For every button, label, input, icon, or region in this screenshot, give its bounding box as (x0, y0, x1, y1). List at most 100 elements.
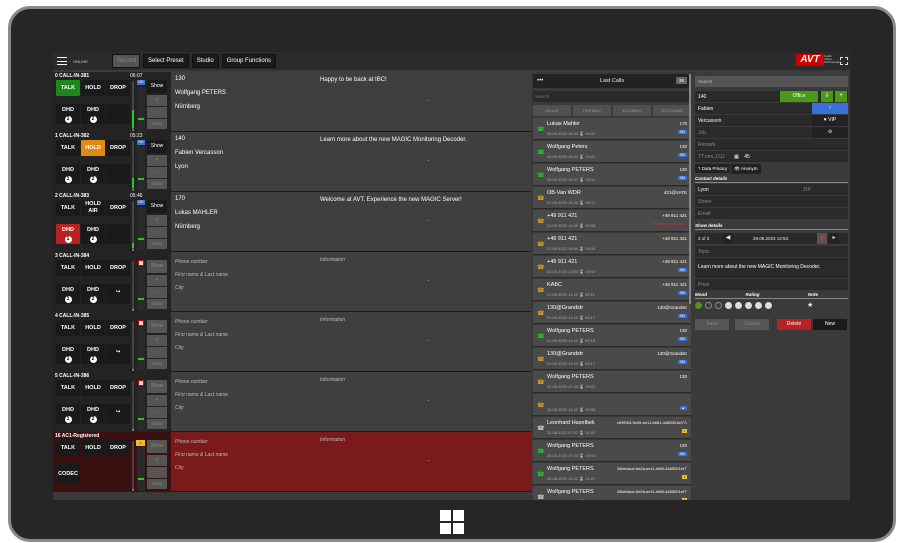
dhd-button-2[interactable]: DHD 2 (81, 164, 105, 184)
dhd-button-1[interactable]: DHD 1 (56, 224, 80, 244)
dhd-button-1[interactable]: DHD 1 (56, 164, 80, 184)
call-entry[interactable]: ☎ 31.08.2023 14:12 ⌛ 00:05 ▲ (533, 394, 691, 416)
data-privacy-button[interactable]: ? Data Privacy (695, 164, 731, 173)
add-icon[interactable]: + (835, 91, 847, 102)
forward-button[interactable]: ↪ (106, 284, 130, 304)
call-entry[interactable]: ☎ 130@Grandstr 130@Grandstr 01.09.2023 11:4… (533, 302, 691, 324)
hold-button[interactable]: HOLD AIR (81, 200, 105, 216)
male-icon[interactable]: ♂ (812, 103, 848, 114)
caller-number[interactable]: Phone number (175, 379, 208, 385)
trash-icon[interactable]: ▮ (817, 233, 827, 244)
caller-info[interactable]: Information (320, 376, 470, 385)
clear-button[interactable]: Clear (147, 359, 167, 369)
forward-button[interactable]: ↪ (106, 404, 130, 424)
forward-button[interactable] (106, 104, 130, 124)
topic-field[interactable]: Topic (695, 246, 848, 257)
rating-3-icon[interactable] (745, 301, 752, 309)
hold-button[interactable]: HOLD (81, 260, 105, 276)
caller-info[interactable]: Happy to be back at IBC! (320, 76, 470, 85)
vip-button[interactable]: ♥ VIP (812, 115, 848, 126)
hold-button[interactable]: HOLD (81, 80, 105, 96)
dhd-button-1[interactable]: DHD 1 (56, 404, 80, 424)
call-entry[interactable]: ☎ Wolfgang PETERS 130 30.08.2023 17:24 ⌛ 00… (533, 440, 691, 462)
delete-button[interactable]: Delete (777, 319, 811, 330)
talk-button[interactable]: TALK (56, 380, 80, 396)
call-entry[interactable]: ☎ Wolfgang Peters 130 04.09.2023 16:04 ⌛ 00… (533, 141, 691, 163)
show-button[interactable]: Show (147, 320, 167, 333)
talk-button[interactable]: TALK (56, 440, 80, 456)
show-button[interactable]: Show (147, 380, 167, 393)
fader-knob[interactable] (138, 357, 144, 360)
caller-number[interactable]: Phone number (175, 319, 208, 325)
drop-button[interactable]: DROP (106, 80, 130, 96)
clear-button[interactable]: Clear (147, 119, 167, 129)
filter-outgoing[interactable]: OUTGOING (653, 105, 691, 116)
volume-fader[interactable] (137, 327, 145, 371)
minus-button[interactable]: – (147, 227, 167, 238)
office-select[interactable]: Office (780, 91, 818, 102)
caller-info[interactable]: Welcome at AVT. Experience the new MAGIC… (320, 196, 470, 205)
select-preset-button[interactable]: Select Preset (143, 54, 189, 68)
plus-button[interactable]: + (147, 95, 167, 106)
city-field[interactable]: Lyon ZIP (695, 184, 848, 195)
dhd-button-1[interactable]: DHD 1 (56, 104, 80, 124)
next-icon[interactable]: ▸ (829, 233, 839, 244)
volume-fader[interactable] (137, 267, 145, 311)
call-entry[interactable]: ☎ OB-Van WDR 421@VATE 01.09.2023 15:46 ⌛ 00… (533, 187, 691, 209)
caller-name[interactable]: First name & Last name (175, 392, 228, 398)
details-search[interactable]: Search (695, 76, 848, 87)
drop-button[interactable]: DROP (106, 320, 130, 336)
talk-button[interactable]: TALK (56, 140, 80, 156)
clear-button[interactable]: Clear (147, 239, 167, 249)
plus-button[interactable]: + (147, 455, 167, 466)
caller-name[interactable]: Wolfgang PETERS (175, 90, 226, 96)
caller-city[interactable]: Lyon (175, 164, 188, 170)
plus-button[interactable]: + (147, 395, 167, 406)
fader-knob[interactable] (138, 177, 144, 180)
caller-info[interactable]: Information (320, 436, 470, 445)
anonym-button[interactable]: 👁 Anonym (731, 164, 761, 174)
caller-number[interactable]: 140 (175, 136, 185, 142)
clear-button[interactable]: Clear (147, 479, 167, 489)
hold-button[interactable]: HOLD (81, 380, 105, 396)
volume-fader[interactable] (137, 447, 145, 491)
fader-knob[interactable] (138, 117, 144, 120)
drop-button[interactable]: DROP (106, 380, 130, 396)
filter-pretalk[interactable]: PRETALK (573, 105, 611, 116)
caller-name[interactable]: First name & Last name (175, 332, 228, 338)
caller-city[interactable]: Nürnberg (175, 104, 200, 110)
call-entry[interactable]: ☎ +49 911 421 +49 911 421 01.09.2023 13:54 … (533, 256, 691, 278)
caller-name[interactable]: Lukas MAHLER (175, 210, 218, 216)
call-entry[interactable]: ☎ Wolfgang PETERS 130 04.09.2023 15:47 ⌛ 00… (533, 164, 691, 186)
plus-button[interactable]: + (147, 155, 167, 166)
last-calls-scrollbar[interactable] (689, 74, 691, 304)
menu-icon[interactable] (57, 57, 67, 65)
minus-button[interactable]: – (147, 287, 167, 298)
caller-number[interactable]: 170 (175, 196, 185, 202)
caller-info[interactable]: Learn more about the new MAGIC Monitorin… (320, 136, 470, 145)
caller-name[interactable]: First name & Last name (175, 452, 228, 458)
hold-button[interactable]: HOLD (81, 140, 105, 156)
clear-button[interactable]: Clear (147, 179, 167, 189)
lastname-field[interactable]: Vercasson ♥ VIP (695, 115, 848, 126)
forward-button[interactable]: ↪ (106, 344, 130, 364)
call-entry[interactable]: ☎ KABC +49 911 421 01.09.2023 11:49 ⌛ 00:11… (533, 279, 691, 301)
caller-info[interactable]: Information (320, 316, 470, 325)
caller-city[interactable]: Nürnberg (175, 224, 200, 230)
email-field[interactable]: Email (695, 208, 848, 219)
show-button[interactable]: Show (147, 260, 167, 273)
fader-knob[interactable] (138, 297, 144, 300)
caller-name[interactable]: First name & Last name (175, 272, 228, 278)
fullscreen-icon[interactable] (840, 57, 848, 65)
caller-number[interactable]: Phone number (175, 259, 208, 265)
birthdate-field[interactable]: TT.mm.JJJJ ▦ 45 (695, 151, 848, 162)
caller-city[interactable]: City (175, 345, 184, 351)
volume-fader[interactable] (137, 207, 145, 251)
call-entry[interactable]: ☎ 130@Grandstr 130@Grandstr 01.09.2023 11:4… (533, 348, 691, 370)
call-entry[interactable]: ☎ +49 911 421 +49 911 421 01.09.2023 14:09 … (533, 210, 691, 232)
forward-button[interactable] (106, 224, 130, 244)
prize-field[interactable]: Prize (695, 279, 848, 290)
drop-button[interactable]: DROP (106, 140, 130, 156)
clear-button[interactable]: Clear (147, 299, 167, 309)
star-icon[interactable]: ★ (807, 301, 813, 309)
